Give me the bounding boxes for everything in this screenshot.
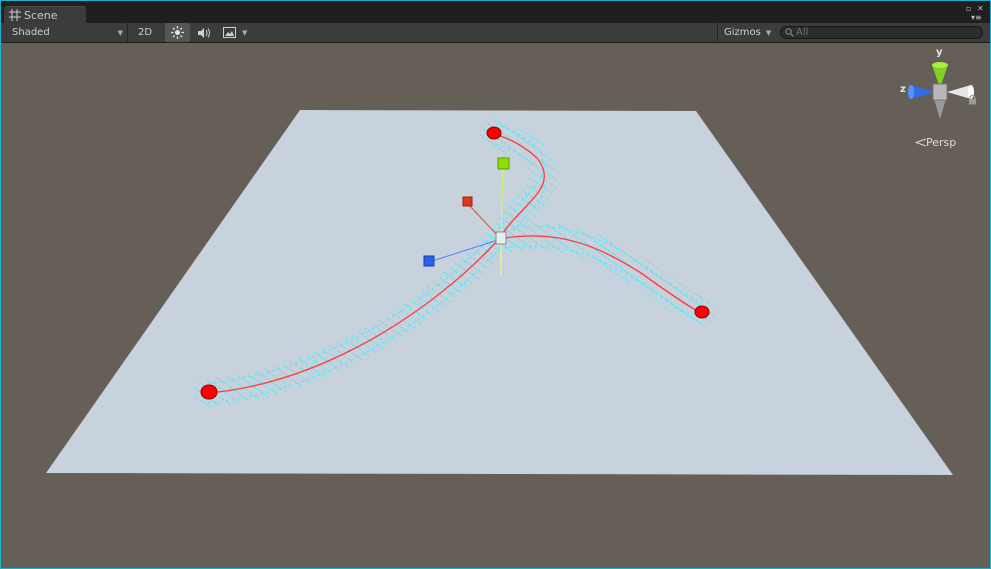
tab-strip: Scene ▫ ✕ ▾≡ (1, 1, 990, 23)
control-point[interactable] (200, 384, 218, 400)
scene-toolbar: Shaded ▼ 2D ▼ Gizmos ▼ (1, 23, 990, 43)
chevron-down-icon: ▼ (242, 28, 248, 37)
lock-icon[interactable] (968, 95, 977, 105)
scene-grid-icon (9, 9, 21, 21)
y-axis-label: y (936, 47, 943, 58)
sun-icon (171, 26, 184, 39)
chevron-down-icon: ▼ (765, 28, 772, 37)
search-input[interactable] (796, 27, 966, 38)
maximize-icon[interactable]: ▫ (966, 4, 971, 13)
hierarchy-search[interactable] (780, 26, 983, 39)
control-point[interactable] (486, 126, 502, 140)
search-icon (785, 28, 794, 37)
pivot-handle[interactable] (495, 231, 507, 245)
z-axis-label: z (900, 84, 906, 95)
y-axis-handle[interactable] (497, 157, 510, 170)
perspective-icon (915, 138, 926, 147)
speaker-icon (198, 27, 210, 38)
scene-canvas[interactable] (1, 43, 990, 568)
center-cube[interactable] (932, 83, 948, 101)
lighting-toggle[interactable] (165, 23, 190, 42)
projection-toggle[interactable]: Persp (915, 136, 956, 149)
z-axis-cone[interactable] (911, 85, 935, 99)
scene-viewport[interactable]: y z Persp (1, 43, 990, 568)
image-icon (223, 27, 236, 38)
chevron-down-icon: ▼ (117, 28, 123, 37)
mode-2d-button[interactable]: 2D (133, 23, 157, 42)
tab-label: Scene (24, 8, 58, 22)
gizmos-dropdown[interactable]: Gizmos ▼ (717, 23, 773, 42)
audio-toggle[interactable] (192, 23, 216, 42)
projection-label: Persp (926, 136, 957, 149)
tab-scene[interactable]: Scene (4, 6, 86, 23)
orientation-gizmo[interactable] (908, 62, 974, 119)
control-point[interactable] (694, 305, 710, 319)
z-axis-handle[interactable] (423, 255, 435, 267)
gizmos-label: Gizmos (724, 27, 761, 38)
draw-mode-label: Shaded (12, 27, 50, 38)
effects-dropdown[interactable]: ▼ (219, 23, 253, 42)
x-axis-handle[interactable] (462, 196, 473, 207)
neg-y-cone[interactable] (934, 99, 946, 119)
mode-2d-label: 2D (137, 27, 153, 38)
menu-icon[interactable]: ▾≡ (971, 13, 982, 22)
draw-mode-dropdown[interactable]: Shaded ▼ (1, 23, 128, 42)
scene-window: Scene ▫ ✕ ▾≡ Shaded ▼ 2D ▼ Gizmos ▼ All … (0, 0, 991, 569)
close-icon[interactable]: ✕ (977, 4, 984, 13)
